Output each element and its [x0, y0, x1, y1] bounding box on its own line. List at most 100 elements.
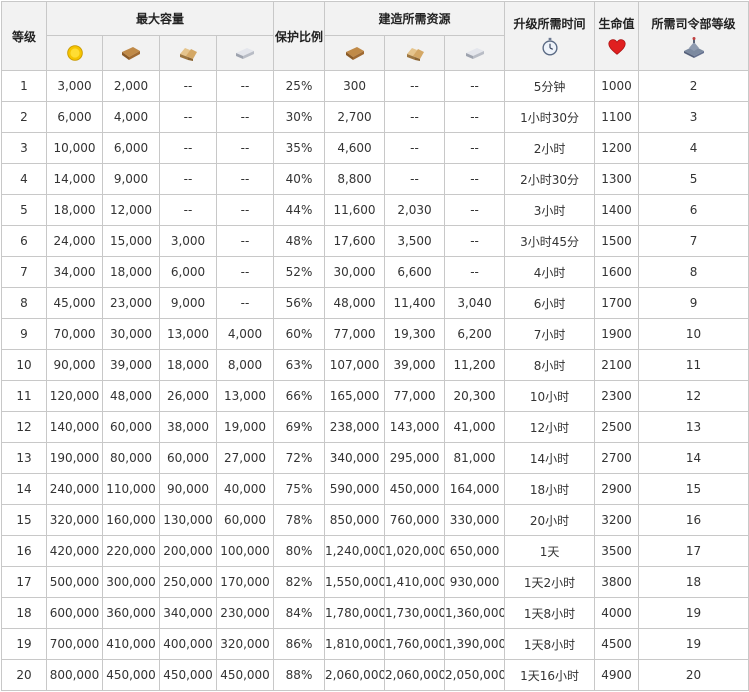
- cell-upgrade-time: 3小时45分: [504, 225, 596, 257]
- cell-cap-wood: 360,000: [102, 597, 160, 629]
- header-cap-gold: [46, 35, 103, 71]
- table-row: 18 600,000 360,000 340,000 230,000 84% 1,780,0…: [1, 597, 749, 629]
- cell-build-iron: --: [444, 225, 506, 257]
- cell-cap-gold: 240,000: [46, 473, 103, 505]
- cell-hq-level: 20: [638, 659, 749, 691]
- table-row: 14 240,000 110,000 90,000 40,000 75% 590,000 45…: [1, 473, 749, 505]
- cell-cap-iron: --: [215, 70, 275, 102]
- cell-build-stone: --: [384, 163, 446, 195]
- table-row: 8 45,000 23,000 9,000 -- 56% 48,000 11,400 3,040…: [1, 287, 749, 319]
- cell-cap-gold: 34,000: [46, 256, 103, 288]
- cell-hq-level: 4: [638, 132, 749, 164]
- cell-cap-stone: --: [159, 70, 217, 102]
- cell-hq-level: 18: [638, 566, 749, 598]
- cell-cap-wood: 12,000: [102, 194, 160, 226]
- header-hq-level: 所需司令部等级: [638, 1, 749, 71]
- cell-protect-ratio: 30%: [273, 101, 326, 133]
- cell-upgrade-time: 8小时: [504, 349, 596, 381]
- cell-cap-gold: 420,000: [46, 535, 103, 567]
- cell-cap-iron: 27,000: [215, 442, 275, 474]
- cell-cap-gold: 190,000: [46, 442, 103, 474]
- stopwatch-icon: [539, 36, 561, 58]
- cell-hp: 4500: [594, 628, 640, 660]
- cell-level: 19: [1, 628, 47, 660]
- cell-hq-level: 14: [638, 442, 749, 474]
- headquarters-icon: [682, 36, 706, 60]
- header-build-iron: [444, 35, 506, 71]
- cell-hp: 2700: [594, 442, 640, 474]
- table-row: 10 90,000 39,000 18,000 8,000 63% 107,000 39,00…: [1, 349, 749, 381]
- cell-cap-wood: 2,000: [102, 70, 160, 102]
- cell-hq-level: 19: [638, 628, 749, 660]
- table-row: 11 120,000 48,000 26,000 13,000 66% 165,000 77,…: [1, 380, 749, 412]
- cell-protect-ratio: 82%: [273, 566, 326, 598]
- cell-protect-ratio: 88%: [273, 659, 326, 691]
- cell-upgrade-time: 10小时: [504, 380, 596, 412]
- cell-hp: 2900: [594, 473, 640, 505]
- cell-build-wood: 2,700: [324, 101, 386, 133]
- cell-build-wood: 1,240,000: [324, 535, 386, 567]
- cell-build-iron: --: [444, 70, 506, 102]
- cell-protect-ratio: 60%: [273, 318, 326, 350]
- cell-hp: 1400: [594, 194, 640, 226]
- cell-cap-wood: 60,000: [102, 411, 160, 443]
- cell-protect-ratio: 75%: [273, 473, 326, 505]
- cell-build-wood: 1,550,000: [324, 566, 386, 598]
- cell-upgrade-time: 1小时30分: [504, 101, 596, 133]
- cell-build-iron: 330,000: [444, 504, 506, 536]
- cell-cap-wood: 18,000: [102, 256, 160, 288]
- table-row: 2 6,000 4,000 -- -- 30% 2,700 -- -- 1小时30分 1100 3: [1, 101, 749, 133]
- cell-build-iron: 2,050,000: [444, 659, 506, 691]
- stone-icon: [176, 41, 200, 65]
- cell-cap-wood: 410,000: [102, 628, 160, 660]
- cell-cap-gold: 24,000: [46, 225, 103, 257]
- cell-build-iron: 1,360,000: [444, 597, 506, 629]
- cell-build-wood: 1,780,000: [324, 597, 386, 629]
- cell-build-wood: 48,000: [324, 287, 386, 319]
- cell-build-stone: 11,400: [384, 287, 446, 319]
- header-build-wood: [324, 35, 386, 71]
- cell-build-wood: 17,600: [324, 225, 386, 257]
- cell-cap-wood: 4,000: [102, 101, 160, 133]
- cell-hp: 1500: [594, 225, 640, 257]
- cell-build-iron: --: [444, 132, 506, 164]
- table-row: 13 190,000 80,000 60,000 27,000 72% 340,000 295…: [1, 442, 749, 474]
- cell-hp: 1700: [594, 287, 640, 319]
- cell-build-stone: 760,000: [384, 504, 446, 536]
- header-build-resources: 建造所需资源: [324, 1, 506, 36]
- cell-cap-iron: 230,000: [215, 597, 275, 629]
- table-body: 1 3,000 2,000 -- -- 25% 300 -- -- 5分钟 1000 2 2 6,000 4…: [1, 70, 749, 691]
- cell-level: 6: [1, 225, 47, 257]
- cell-hp: 3500: [594, 535, 640, 567]
- cell-level: 20: [1, 659, 47, 691]
- cell-level: 17: [1, 566, 47, 598]
- cell-upgrade-time: 1天8小时: [504, 628, 596, 660]
- cell-level: 2: [1, 101, 47, 133]
- cell-build-iron: 650,000: [444, 535, 506, 567]
- cell-build-wood: 850,000: [324, 504, 386, 536]
- cell-build-iron: --: [444, 163, 506, 195]
- cell-build-stone: 2,060,000: [384, 659, 446, 691]
- cell-upgrade-time: 2小时30分: [504, 163, 596, 195]
- header-cap-iron: [215, 35, 275, 71]
- cell-build-stone: --: [384, 132, 446, 164]
- header-build-stone: [384, 35, 446, 71]
- cell-upgrade-time: 4小时: [504, 256, 596, 288]
- cell-cap-gold: 45,000: [46, 287, 103, 319]
- cell-protect-ratio: 86%: [273, 628, 326, 660]
- cell-cap-stone: 340,000: [159, 597, 217, 629]
- cell-cap-iron: 100,000: [215, 535, 275, 567]
- cell-build-wood: 8,800: [324, 163, 386, 195]
- cell-build-iron: 20,300: [444, 380, 506, 412]
- cell-cap-gold: 700,000: [46, 628, 103, 660]
- header-cap-wood: [102, 35, 160, 71]
- cell-protect-ratio: 25%: [273, 70, 326, 102]
- cell-protect-ratio: 40%: [273, 163, 326, 195]
- table-row: 17 500,000 300,000 250,000 170,000 82% 1,550,0…: [1, 566, 749, 598]
- cell-cap-gold: 18,000: [46, 194, 103, 226]
- cell-protect-ratio: 84%: [273, 597, 326, 629]
- cell-cap-stone: --: [159, 101, 217, 133]
- wood-icon: [343, 41, 367, 65]
- cell-level: 5: [1, 194, 47, 226]
- cell-build-stone: 1,730,000: [384, 597, 446, 629]
